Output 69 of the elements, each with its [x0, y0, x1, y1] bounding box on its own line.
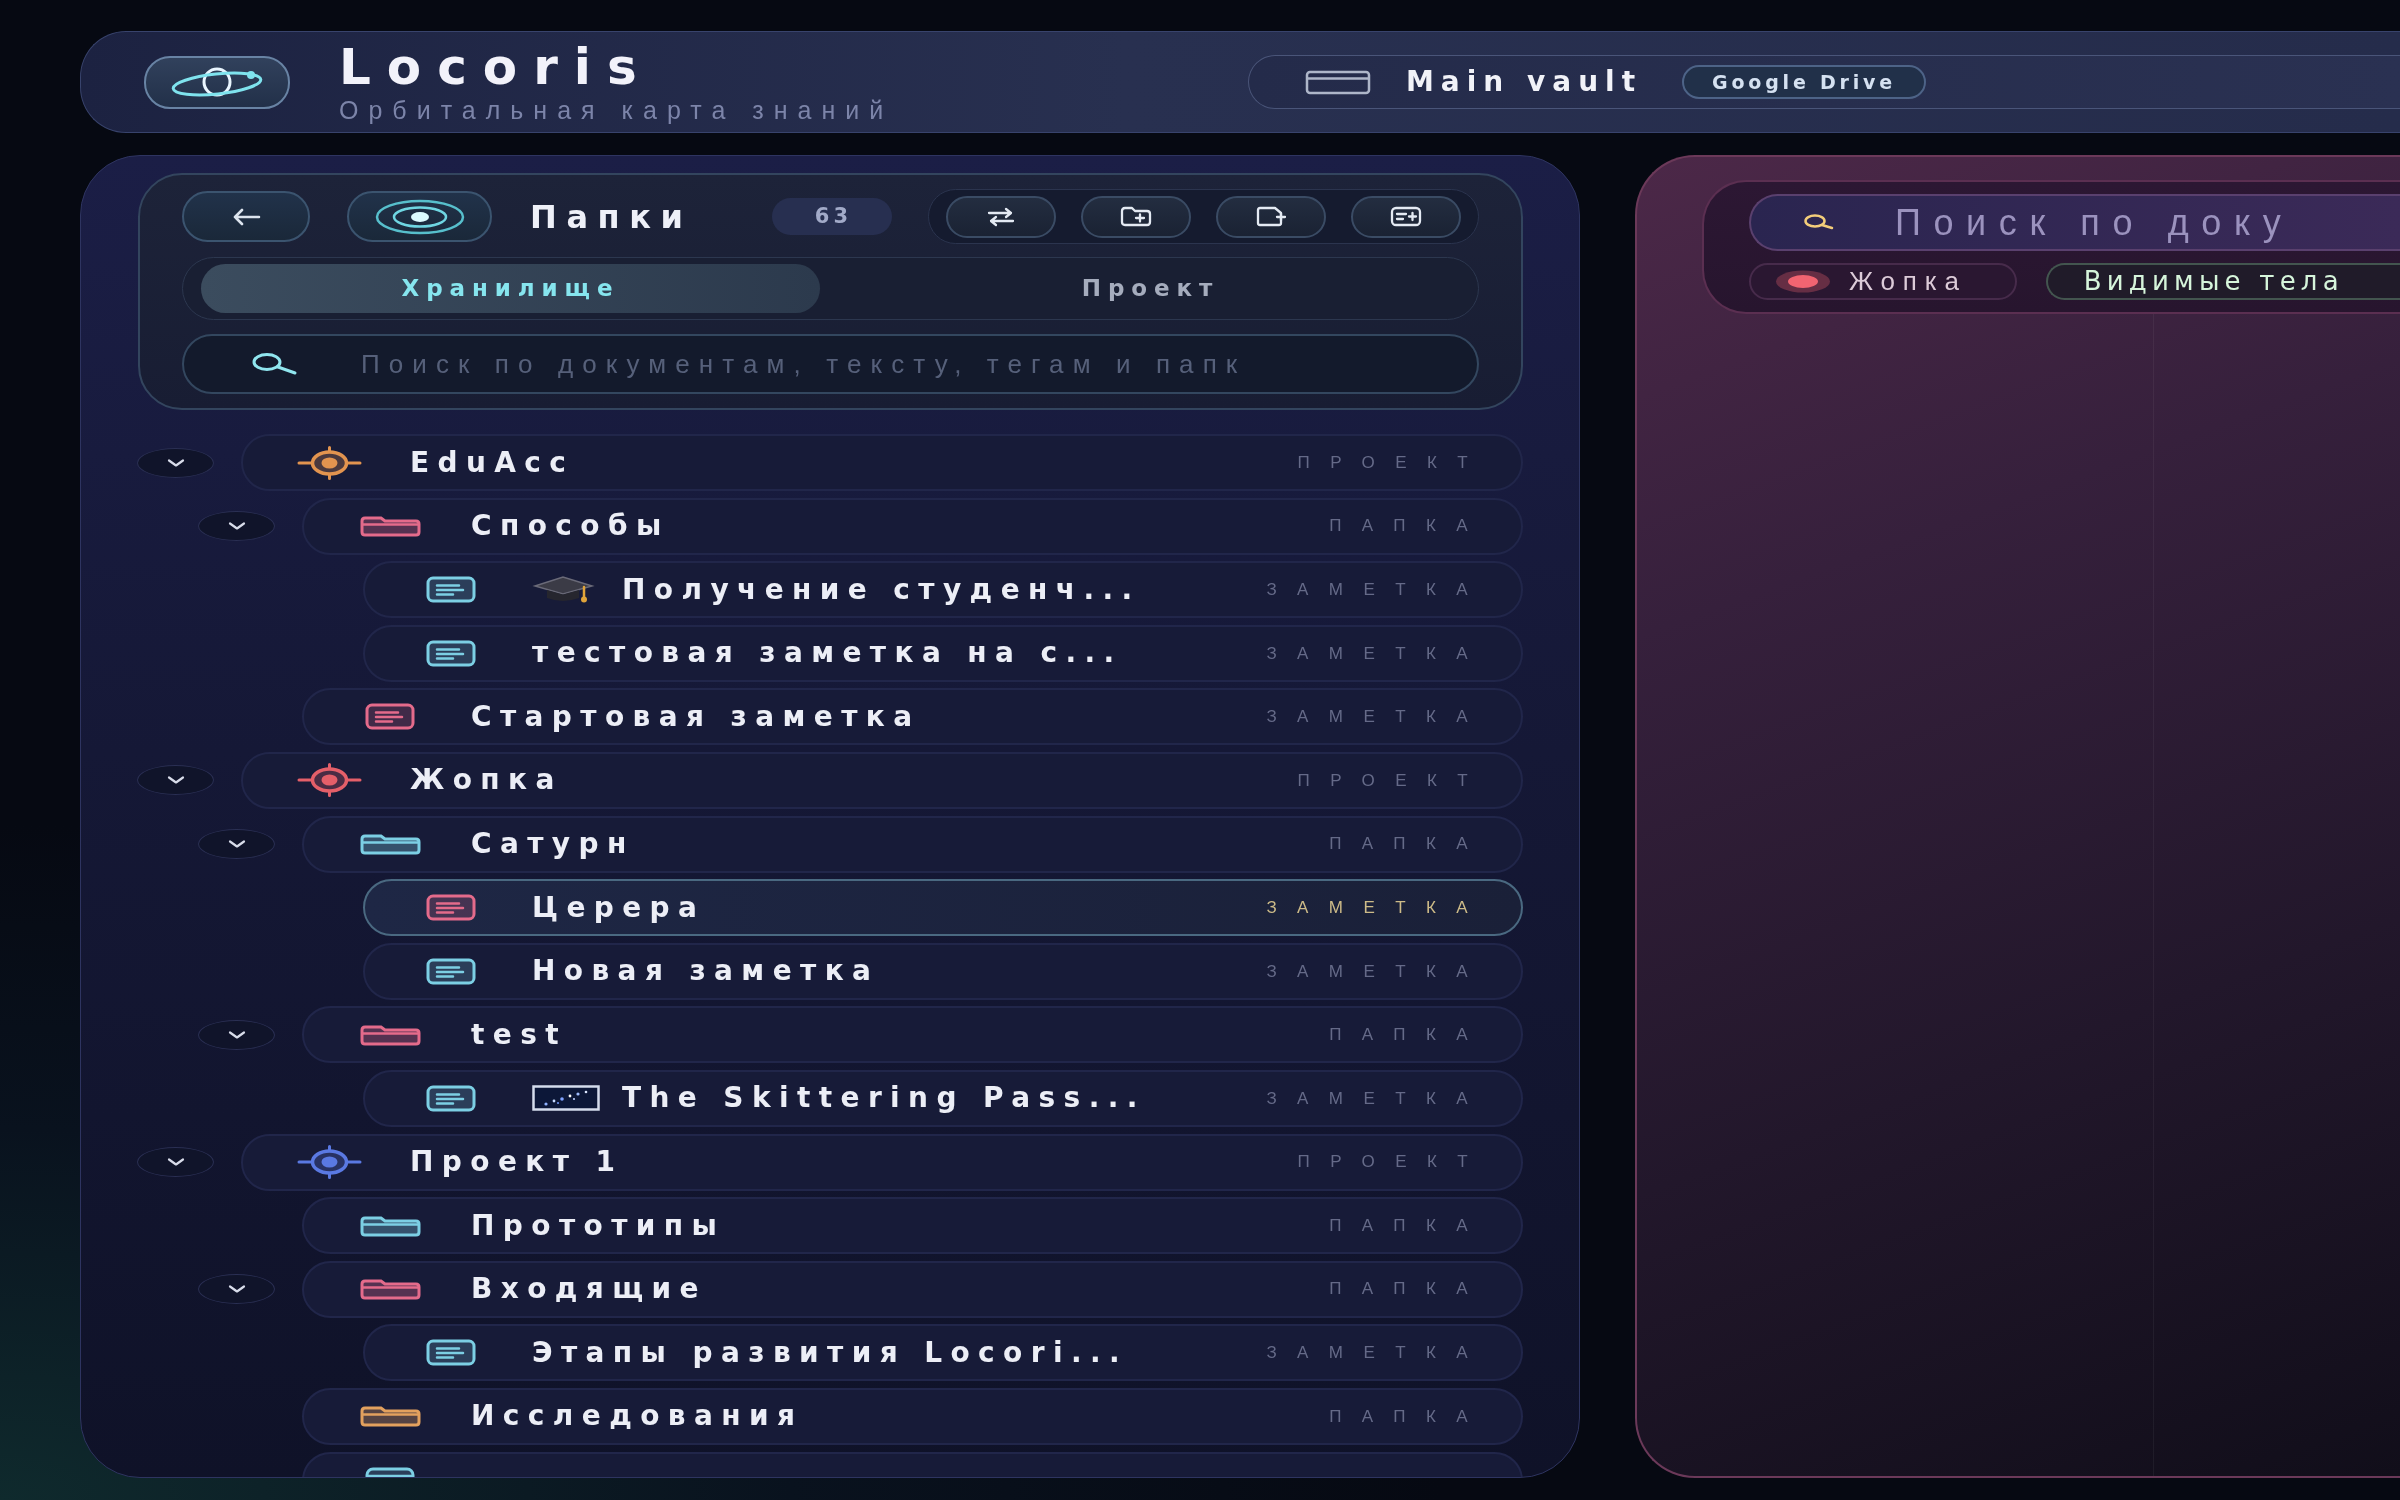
chevron-down-icon [226, 839, 247, 850]
type-label: ПАПКА [1329, 1278, 1488, 1301]
tab[interactable]: Хранилище [201, 264, 820, 313]
arrow-left-icon [231, 207, 261, 226]
tree-item[interactable]: Жопка ПРОЕКТ [241, 751, 1523, 809]
tree-item[interactable]: Стартовая заметка ЗАМЕТКА [302, 688, 1523, 746]
tree-item[interactable]: test ПАПКА [302, 1006, 1523, 1064]
type-label: ЗАМЕТКА [1266, 706, 1488, 729]
tree-item[interactable]: Исследования ПАПКА [302, 1387, 1523, 1445]
count-badge: 63 [771, 198, 892, 235]
tree-item[interactable]: Церера ЗАМЕТКА [363, 879, 1523, 937]
search-field[interactable]: Поиск по доку [1749, 194, 2400, 251]
graduation-cap-icon [532, 574, 595, 605]
swap-button[interactable] [946, 195, 1056, 238]
tree-item[interactable]: Прототипы ПАПКА [302, 1197, 1523, 1255]
type-label: ЗАМЕТКА [1266, 578, 1488, 601]
type-label: ЗАМЕТКА [1266, 960, 1488, 983]
panel-title: Папки [530, 196, 693, 238]
app-title: Locoris [339, 41, 654, 92]
type-label: ПАПКА [1329, 515, 1488, 538]
chevron-down-icon [226, 521, 247, 532]
type-label: ЗАМЕТКА [1266, 1087, 1488, 1110]
new-note-button[interactable] [1216, 195, 1326, 238]
type-label: ПАПКА [1329, 1214, 1488, 1237]
image-thumbnail [532, 1085, 600, 1112]
type-label: ЗАМЕТКА [1266, 642, 1488, 665]
vault-name: Main vault [1406, 64, 1643, 100]
orbit-logo-icon [144, 55, 290, 109]
tree-item[interactable]: Входящие ПАПКА [302, 1260, 1523, 1318]
file-plus-icon [1254, 206, 1288, 227]
type-label: ПРОЕКТ [1297, 1151, 1488, 1174]
type-label: ПАПКА [1329, 1405, 1488, 1428]
tree-item[interactable]: Сатурн ПАПКА [302, 815, 1523, 873]
card-plus-icon [1389, 206, 1423, 227]
filter-chip[interactable]: Жопка [1749, 263, 2017, 300]
vault-selector[interactable]: Main vault Google Drive [1248, 55, 2400, 109]
chevron-down-icon [165, 775, 186, 786]
tree-item[interactable]: Получение студенч... ЗАМЕТКА [363, 561, 1523, 619]
target-icon [373, 197, 466, 236]
tree-item[interactable]: The Skittering Pass... ЗАМЕТКА [363, 1069, 1523, 1127]
type-label: ЗАМЕТКА [1266, 896, 1488, 919]
tab[interactable]: Проект [841, 264, 1460, 313]
storage-box-icon [1305, 69, 1371, 95]
type-label: ЗАМЕТКА [1266, 1342, 1488, 1365]
tree-item[interactable]: EduAcc ПРОЕКТ [241, 434, 1523, 491]
provider-badge: Google Drive [1682, 65, 1926, 99]
target-button[interactable] [347, 191, 492, 242]
chevron-down-icon [226, 1284, 247, 1295]
folder-plus-icon [1119, 206, 1153, 227]
chevron-down-icon [165, 457, 186, 468]
tree-item[interactable]: Новая заметка ЗАМЕТКА [363, 942, 1523, 1000]
search-field[interactable]: Поиск по документам, тексту, тегам и папк [182, 334, 1479, 394]
tree-item[interactable]: тестовая заметка на с... ЗАМЕТКА [363, 624, 1523, 682]
type-label: ПАПКА [1329, 833, 1488, 856]
tree-item[interactable]: Проект 1 ПРОЕКТ [241, 1133, 1523, 1191]
new-folder-button[interactable] [1081, 195, 1191, 238]
chevron-down-icon [226, 1029, 247, 1040]
filter-chip[interactable]: Видимые тела [2045, 263, 2400, 300]
chevron-down-icon [165, 1157, 186, 1168]
app-subtitle: Орбитальная карта знаний [339, 97, 894, 123]
search-icon [250, 352, 298, 376]
tree-item[interactable]: Этапы развития Locori... ЗАМЕТКА [363, 1324, 1523, 1382]
search-icon [1803, 214, 1835, 230]
type-label: ПРОЕКТ [1297, 769, 1488, 792]
new-card-button[interactable] [1351, 195, 1461, 238]
back-button[interactable] [182, 191, 310, 242]
type-label: ПРОЕКТ [1297, 451, 1488, 474]
type-label: ПАПКА [1329, 1024, 1488, 1047]
tree-item[interactable]: Способы ПАПКА [302, 497, 1523, 555]
